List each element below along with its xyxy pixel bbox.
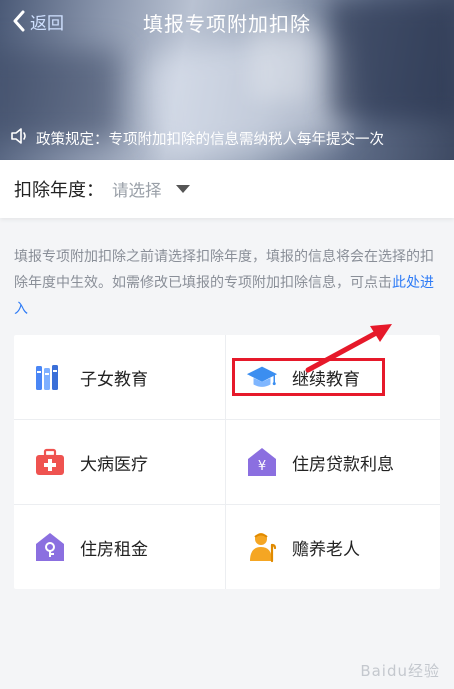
chevron-left-icon [12,10,26,32]
elder-person-icon [246,531,278,563]
year-selector-bar: 扣除年度： 请选择 [0,160,454,218]
year-placeholder: 请选择 [112,181,162,200]
policy-notice: 政策规定：专项附加扣除的信息需纳税人每年提交一次 [0,120,454,156]
house-loan-icon: ¥ [246,446,278,478]
category-continuing-education[interactable]: 继续教育 [226,335,440,420]
back-label: 返回 [30,13,64,34]
category-housing-loan-interest[interactable]: ¥ 住房贷款利息 [226,420,440,505]
category-label: 赡养老人 [292,539,360,560]
description-text: 填报专项附加扣除之前请选择扣除年度，填报的信息将会在选择的扣除年度中生效。如需修… [14,249,434,291]
watermark: Baidu经验 [360,662,440,680]
books-icon [34,361,66,393]
deduction-category-grid: 子女教育 继续教育 大病医疗 ¥ 住房贷款利息 住房租金 赡养老人 [14,335,440,589]
category-label: 子女教育 [80,369,148,390]
year-label: 扣除年度： [14,180,104,201]
category-serious-illness[interactable]: 大病医疗 [14,420,226,505]
svg-text:¥: ¥ [258,459,266,474]
medical-kit-icon [34,446,66,478]
year-select[interactable]: 请选择 [112,177,190,201]
category-elderly-support[interactable]: 赡养老人 [226,505,440,589]
speaker-icon [10,127,30,149]
category-children-education[interactable]: 子女教育 [14,335,226,420]
caret-down-icon [175,185,190,193]
category-label: 继续教育 [292,369,360,390]
house-rent-icon [34,531,66,563]
policy-notice-text: 政策规定：专项附加扣除的信息需纳税人每年提交一次 [36,131,384,148]
category-label: 大病医疗 [80,454,148,475]
category-housing-rent[interactable]: 住房租金 [14,505,226,589]
description: 填报专项附加扣除之前请选择扣除年度，填报的信息将会在选择的扣除年度中生效。如需修… [14,244,440,322]
category-label: 住房租金 [80,539,148,560]
page-title: 填报专项附加扣除 [143,11,311,36]
nav-bar: 返回 填报专项附加扣除 [0,0,454,44]
graduation-cap-icon [246,361,278,393]
back-button[interactable]: 返回 [12,8,64,34]
category-label: 住房贷款利息 [292,454,394,475]
